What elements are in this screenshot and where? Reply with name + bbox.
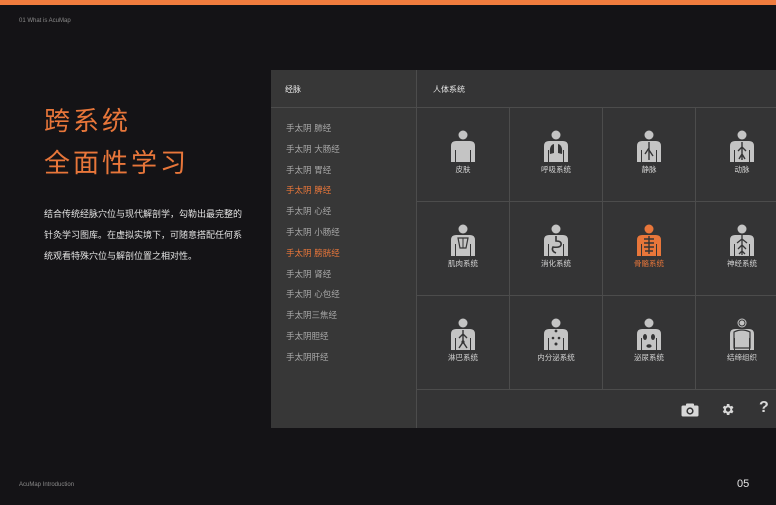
system-tile-label: 骨骼系统: [634, 259, 664, 268]
meridian-item[interactable]: 手太阴 肺经: [271, 119, 416, 140]
system-tile-label: 神经系统: [727, 259, 757, 268]
footer-label: AcuMap Introduction: [19, 482, 75, 488]
meridian-item[interactable]: 手太阴三焦经: [271, 306, 416, 327]
headline-line-1: 跨系统: [44, 107, 132, 137]
meridian-list: 手太阴 肺经 手太阴 大肠经 手太阴 胃经 手太阴 脾经 手太阴 心经 手太阴 小肠经 手太…: [271, 108, 416, 369]
gear-icon[interactable]: [720, 402, 735, 421]
system-tile-label: 淋巴系统: [448, 353, 478, 362]
system-header: 人体系统: [417, 70, 776, 108]
system-tile[interactable]: 呼吸系统: [510, 108, 603, 202]
system-tile[interactable]: 静脉: [603, 108, 696, 202]
connective-tissue-icon: [696, 318, 776, 350]
skeleton-icon: [603, 224, 695, 256]
system-tile[interactable]: 结缔组织: [696, 296, 776, 390]
urinary-icon: [603, 318, 695, 350]
camera-icon[interactable]: [681, 402, 699, 421]
meridian-item[interactable]: 手太阴胆经: [271, 327, 416, 348]
system-tile[interactable]: 骨骼系统: [603, 202, 696, 296]
system-tile-label: 结缔组织: [727, 353, 757, 362]
meridian-item[interactable]: 手太阴 胃经: [271, 161, 416, 182]
system-tile[interactable]: 泌尿系统: [603, 296, 696, 390]
help-icon[interactable]: ?: [759, 399, 769, 417]
meridian-item[interactable]: 手太阴 心经: [271, 202, 416, 223]
system-tile[interactable]: 内分泌系统: [510, 296, 603, 390]
system-tile[interactable]: 肌肉系统: [417, 202, 510, 296]
headline-line-2: 全面性学习: [44, 149, 190, 179]
system-tile-label: 消化系统: [541, 259, 571, 268]
system-column: 人体系统 皮肤 呼吸系统 静脉 动脉肌肉系统 消化系统 骨骼系统 神经系统淋巴系统 内分泌系统…: [417, 70, 776, 428]
section-label: 01 What is AcuMap: [19, 18, 71, 24]
endocrine-icon: [510, 318, 602, 350]
skin-icon: [417, 130, 509, 162]
digestive-icon: [510, 224, 602, 256]
system-tile-label: 泌尿系统: [634, 353, 664, 362]
lungs-icon: [510, 130, 602, 162]
description: 结合传统经脉穴位与现代解剖学，勾勒出最完整的针灸学习图库。在虚拟实境下，可随意搭…: [44, 210, 243, 262]
system-tile-label: 呼吸系统: [541, 165, 571, 174]
system-tile-label: 静脉: [641, 165, 657, 174]
meridian-item[interactable]: 手太阴 膀胱经: [271, 244, 416, 265]
page-number: 05: [737, 478, 750, 490]
system-tile[interactable]: 皮肤: [417, 108, 510, 202]
artery-icon: [696, 130, 776, 162]
system-tile[interactable]: 动脉: [696, 108, 776, 202]
top-accent-bar: [0, 0, 776, 5]
app-panel: 经脉 手太阴 肺经 手太阴 大肠经 手太阴 胃经 手太阴 脾经 手太阴 心经 手太阴 小肠…: [271, 70, 776, 428]
lymph-icon: [417, 318, 509, 350]
meridian-item[interactable]: 手太阴 脾经: [271, 181, 416, 202]
system-tile-label: 动脉: [734, 165, 750, 174]
system-tile-label: 内分泌系统: [537, 353, 575, 362]
muscle-icon: [417, 224, 509, 256]
system-grid: 皮肤 呼吸系统 静脉 动脉肌肉系统 消化系统 骨骼系统 神经系统淋巴系统 内分泌系统 泌尿系统 结…: [417, 108, 776, 390]
meridian-column: 经脉 手太阴 肺经 手太阴 大肠经 手太阴 胃经 手太阴 脾经 手太阴 心经 手太阴 小肠…: [271, 70, 416, 428]
nerve-icon: [696, 224, 776, 256]
vein-icon: [603, 130, 695, 162]
system-tile[interactable]: 消化系统: [510, 202, 603, 296]
meridian-item[interactable]: 手太阴肝经: [271, 348, 416, 369]
meridian-item[interactable]: 手太阴 大肠经: [271, 140, 416, 161]
meridian-item[interactable]: 手太阴 小肠经: [271, 223, 416, 244]
system-tile-label: 皮肤: [455, 165, 471, 174]
system-tile-label: 肌肉系统: [448, 259, 478, 268]
meridian-header: 经脉: [271, 70, 416, 108]
meridian-item[interactable]: 手太阴 肾经: [271, 265, 416, 286]
meridian-item[interactable]: 手太阴 心包经: [271, 285, 416, 306]
system-tile[interactable]: 淋巴系统: [417, 296, 510, 390]
system-tile[interactable]: 神经系统: [696, 202, 776, 296]
toolbar: ?: [417, 390, 776, 428]
